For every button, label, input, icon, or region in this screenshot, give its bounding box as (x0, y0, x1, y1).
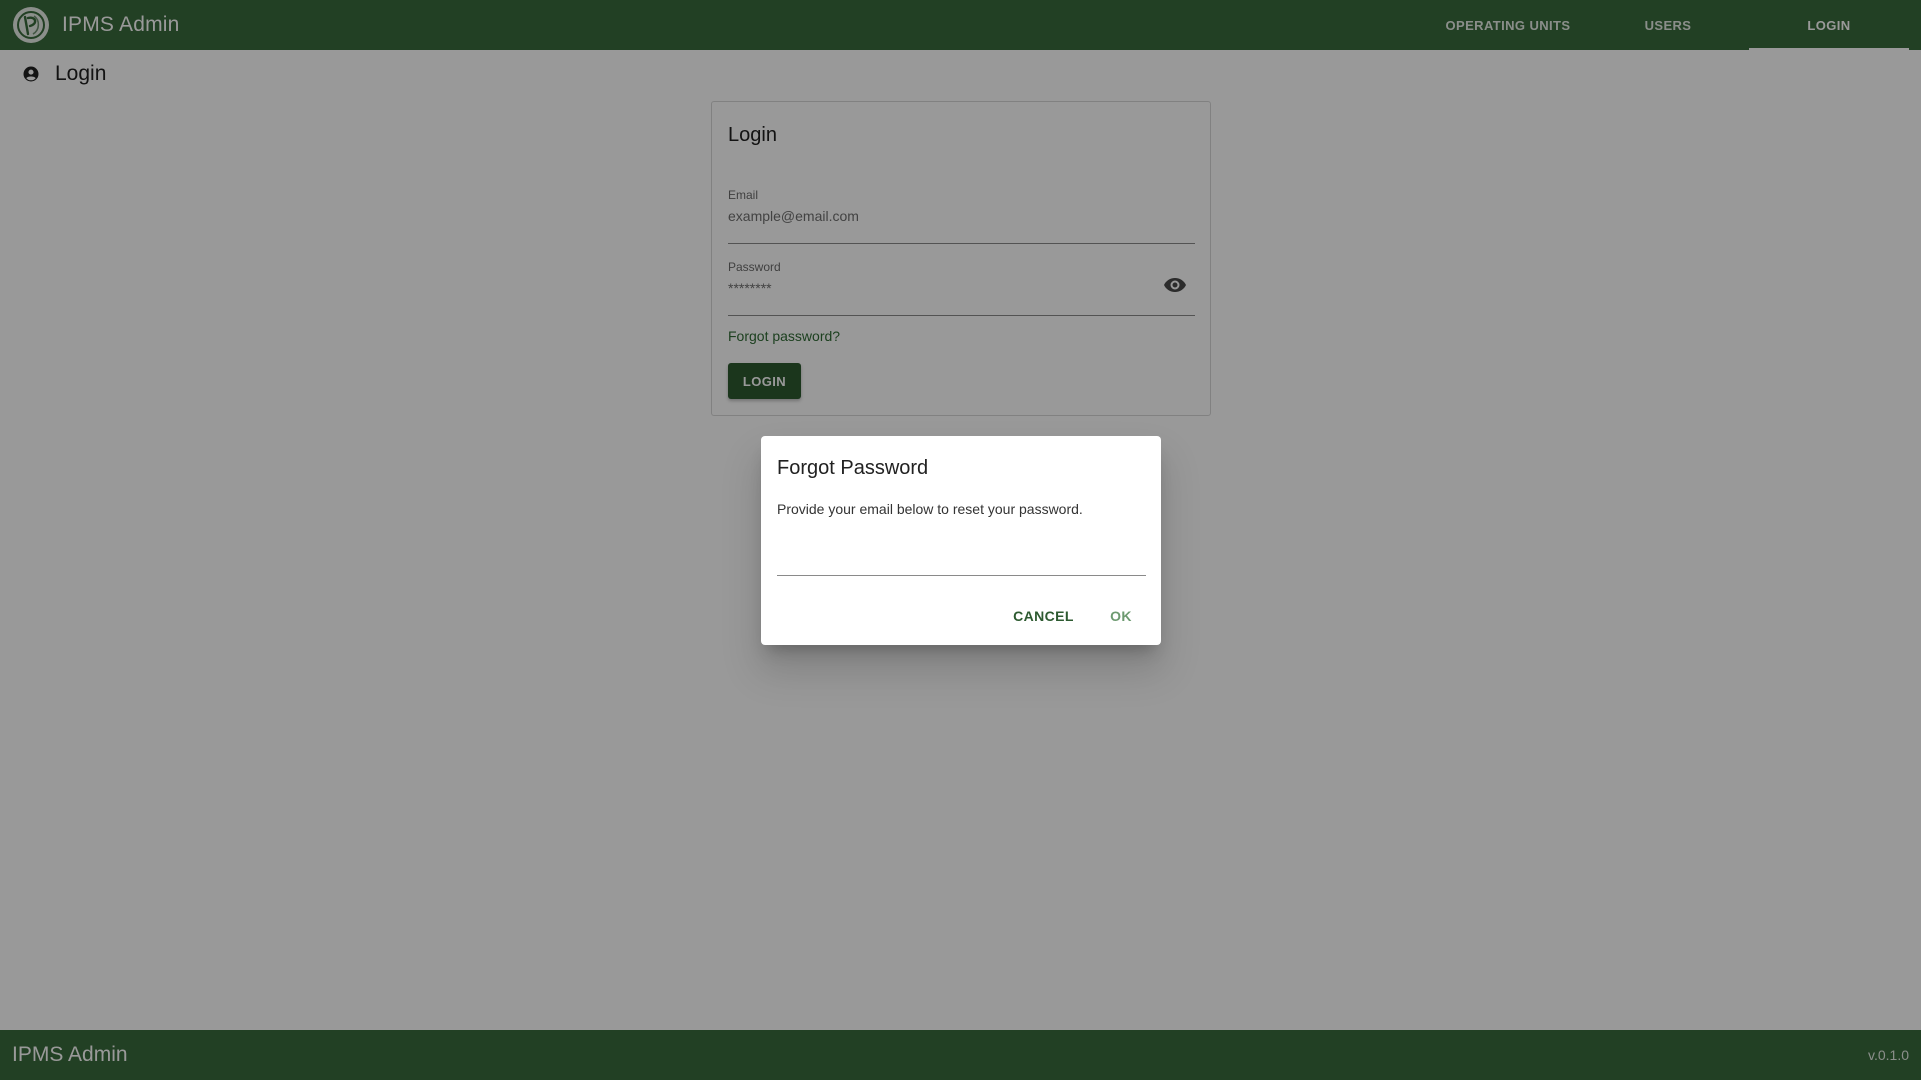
dialog-title: Forgot Password (777, 457, 929, 479)
forgot-password-dialog: Forgot Password Provide your email below… (761, 436, 1161, 645)
ok-button[interactable]: OK (1096, 598, 1146, 634)
reset-email-input[interactable] (777, 536, 1146, 576)
dialog-description: Provide your email below to reset your p… (777, 501, 1083, 517)
cancel-button[interactable]: CANCEL (1001, 598, 1086, 634)
modal-backdrop[interactable]: Forgot Password Provide your email below… (0, 0, 1921, 1080)
